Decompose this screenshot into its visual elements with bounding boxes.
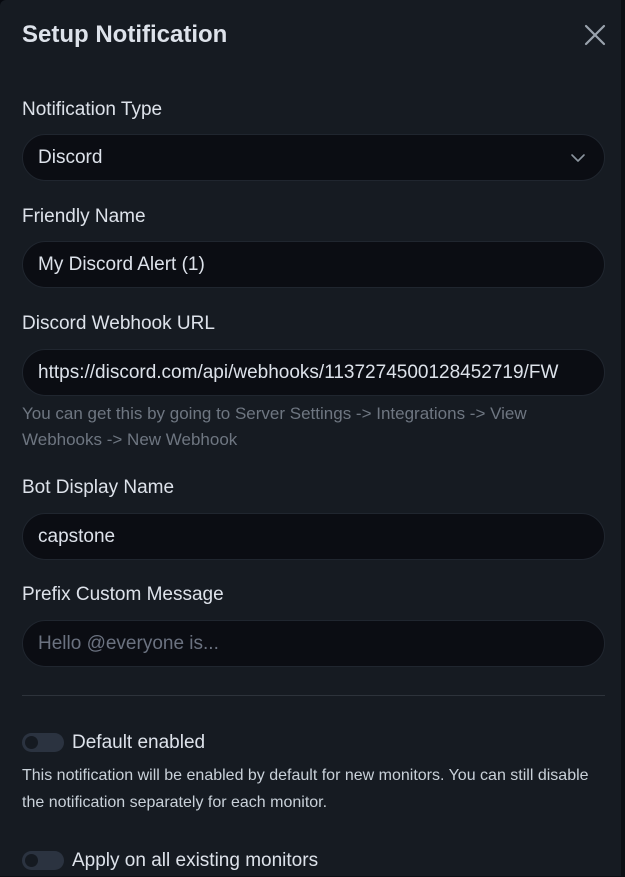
friendly-name-label: Friendly Name	[22, 206, 146, 227]
prefix-message-label: Prefix Custom Message	[22, 584, 224, 605]
friendly-name-input[interactable]	[22, 241, 605, 288]
notification-type-select[interactable]: Discord	[22, 134, 605, 181]
default-enabled-toggle[interactable]	[22, 733, 64, 752]
default-enabled-description: This notification will be enabled by def…	[22, 767, 589, 811]
toggle-knob	[25, 854, 38, 867]
close-icon	[584, 24, 606, 46]
notification-type-label: Notification Type	[22, 99, 163, 120]
apply-existing-toggle[interactable]	[22, 851, 64, 870]
close-button[interactable]	[581, 21, 609, 49]
bot-display-name-label: Bot Display Name	[22, 477, 175, 498]
webhook-url-help: You can get this by going to Server Sett…	[22, 404, 527, 449]
apply-existing-label: Apply on all existing monitors	[72, 850, 319, 871]
default-enabled-label: Default enabled	[72, 732, 206, 753]
prefix-message-input[interactable]	[22, 620, 605, 667]
setup-notification-dialog: Setup Notification Notification Type Dis…	[0, 0, 625, 877]
toggle-knob	[25, 736, 38, 749]
dialog-title: Setup Notification	[22, 21, 228, 48]
divider	[22, 695, 605, 696]
bot-display-name-input[interactable]	[22, 513, 605, 560]
webhook-url-input[interactable]	[22, 349, 605, 396]
webhook-url-label: Discord Webhook URL	[22, 313, 215, 334]
